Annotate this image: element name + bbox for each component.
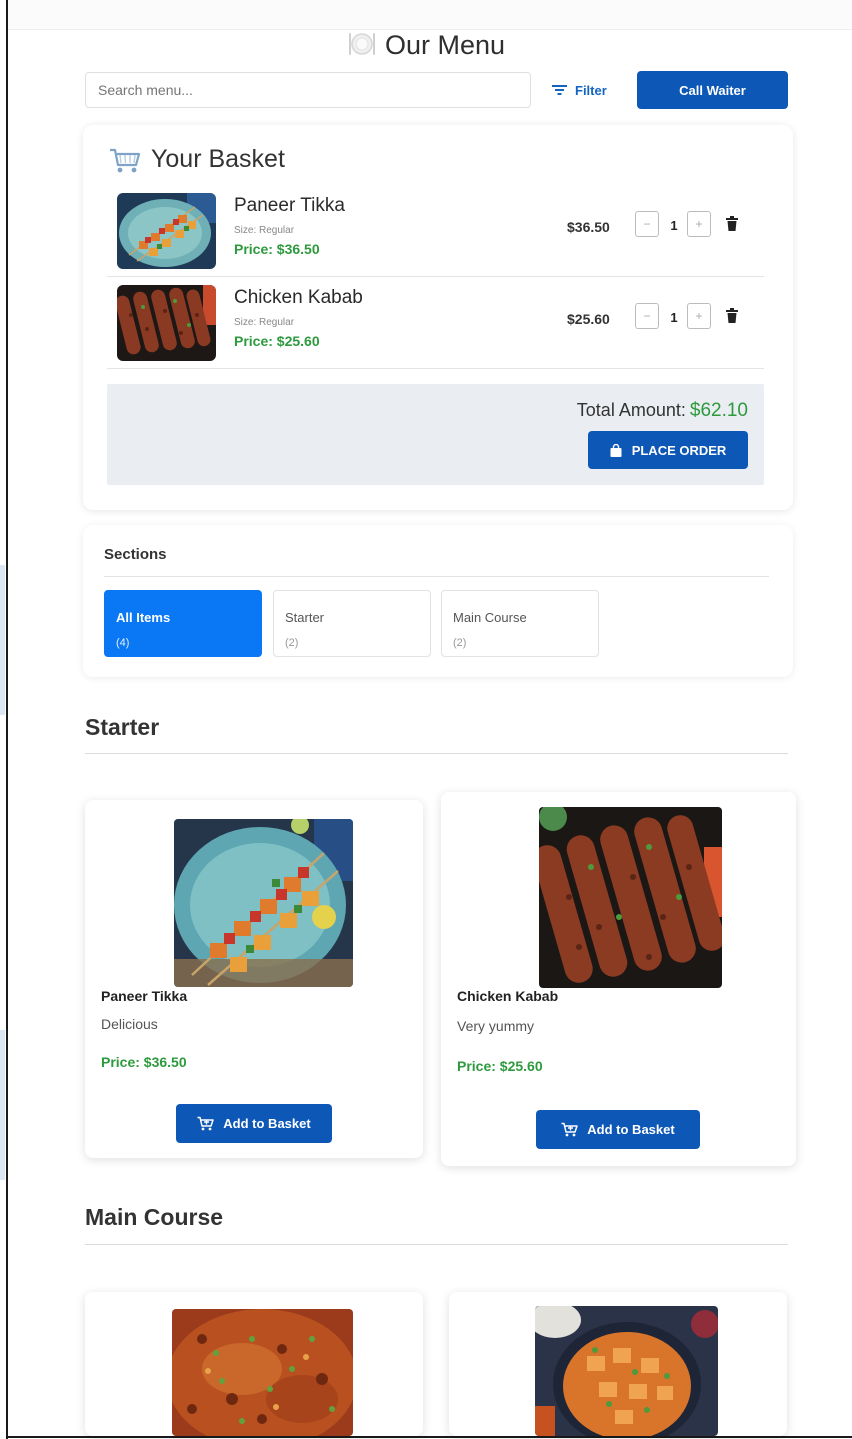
window-left-border bbox=[6, 0, 8, 1439]
increase-quantity-button[interactable]: + bbox=[687, 211, 711, 237]
tab-all-items[interactable]: All Items (4) bbox=[104, 590, 262, 657]
filter-label: Filter bbox=[575, 82, 607, 98]
shopping-cart-icon bbox=[110, 148, 141, 172]
search-input[interactable] bbox=[85, 72, 531, 108]
tab-label: Starter bbox=[285, 610, 325, 625]
delete-icon[interactable] bbox=[725, 308, 739, 324]
increase-quantity-button[interactable]: + bbox=[687, 303, 711, 329]
order-summary: Total Amount: $62.10 PLACE ORDER bbox=[107, 384, 764, 485]
menu-item-card: Chicken Kabab Very yummy Price: $25.60 A… bbox=[441, 792, 796, 1166]
section-heading-starter: Starter bbox=[85, 714, 160, 740]
paneer-curry-image bbox=[535, 1306, 718, 1436]
menu-item-price: Price: $25.60 bbox=[457, 1058, 543, 1074]
place-order-label: PLACE ORDER bbox=[631, 442, 727, 458]
menu-item-description: Delicious bbox=[101, 1016, 158, 1032]
basket-title: Your Basket bbox=[109, 145, 285, 174]
quantity-value: 1 bbox=[670, 218, 678, 233]
menu-item-card bbox=[449, 1292, 787, 1436]
shopping-bag-icon bbox=[610, 443, 622, 457]
paneer-tikka-image bbox=[174, 819, 353, 987]
basket-item-price: Price: $25.60 bbox=[234, 333, 320, 349]
basket-item-size: Size: Regular bbox=[234, 317, 295, 328]
add-to-cart-icon bbox=[561, 1122, 579, 1137]
menu-item-description: Very yummy bbox=[457, 1018, 535, 1034]
filter-button[interactable]: Filter bbox=[552, 76, 607, 104]
browser-top-bar bbox=[8, 0, 852, 30]
add-to-basket-button[interactable]: Add to Basket bbox=[536, 1110, 700, 1149]
total-value: $62.10 bbox=[689, 400, 748, 421]
divider bbox=[104, 576, 769, 577]
add-to-basket-label: Add to Basket bbox=[587, 1122, 675, 1137]
decrease-quantity-button[interactable]: − bbox=[635, 303, 659, 329]
basket-item: Paneer Tikka Size: Regular Price: $36.50… bbox=[107, 185, 764, 277]
tab-label: All Items bbox=[116, 610, 171, 625]
page-title-text: Our Menu bbox=[384, 30, 506, 60]
add-to-cart-icon bbox=[197, 1116, 215, 1131]
basket-item-line-total: $25.60 bbox=[567, 311, 610, 327]
filter-icon bbox=[552, 85, 567, 95]
menu-item-price: Price: $36.50 bbox=[101, 1054, 187, 1070]
menu-item-card bbox=[85, 1292, 423, 1436]
chicken-kabab-image bbox=[539, 807, 722, 988]
total-label: Total Amount: bbox=[576, 400, 686, 420]
delete-icon[interactable] bbox=[725, 216, 739, 232]
tab-label: Main Course bbox=[453, 610, 527, 625]
plate-cutlery-icon bbox=[347, 30, 377, 58]
place-order-button[interactable]: PLACE ORDER bbox=[588, 431, 748, 469]
tab-starter[interactable]: Starter (2) bbox=[273, 590, 431, 657]
section-divider bbox=[85, 1244, 788, 1245]
basket-item-size: Size: Regular bbox=[234, 225, 295, 236]
basket-item-name: Paneer Tikka bbox=[234, 195, 345, 216]
tab-count: (2) bbox=[453, 637, 467, 649]
section-divider bbox=[85, 753, 788, 754]
menu-item-card: Paneer Tikka Delicious Price: $36.50 Add… bbox=[85, 800, 423, 1158]
sections-title: Sections bbox=[104, 546, 167, 563]
chicken-kabab-thumbnail bbox=[117, 285, 216, 361]
basket-panel: Your Basket Paneer Tikka Size: Regular P… bbox=[83, 125, 793, 510]
basket-title-text: Your Basket bbox=[151, 145, 285, 173]
basket-item-line-total: $36.50 bbox=[567, 219, 610, 235]
total-amount: Total Amount: $62.10 bbox=[577, 400, 748, 422]
page-title: Our Menu bbox=[0, 30, 852, 61]
section-heading-main-course: Main Course bbox=[85, 1204, 224, 1230]
quantity-value: 1 bbox=[670, 310, 678, 325]
menu-item-name: Chicken Kabab bbox=[457, 988, 559, 1004]
butter-masala-curry-image bbox=[172, 1309, 353, 1436]
tab-count: (4) bbox=[116, 637, 130, 649]
basket-item: Chicken Kabab Size: Regular Price: $25.6… bbox=[107, 277, 764, 369]
add-to-basket-button[interactable]: Add to Basket bbox=[176, 1104, 332, 1143]
call-waiter-button[interactable]: Call Waiter bbox=[637, 71, 788, 109]
basket-item-name: Chicken Kabab bbox=[234, 287, 363, 308]
tab-main-course[interactable]: Main Course (2) bbox=[441, 590, 599, 657]
side-scroll-indicator bbox=[0, 1030, 5, 1180]
window-bottom-border bbox=[6, 1436, 852, 1438]
paneer-tikka-thumbnail bbox=[117, 193, 216, 269]
add-to-basket-label: Add to Basket bbox=[223, 1116, 311, 1131]
basket-item-price: Price: $36.50 bbox=[234, 241, 320, 257]
sections-panel: Sections All Items (4) Starter (2) Main … bbox=[83, 525, 793, 677]
tab-count: (2) bbox=[285, 637, 299, 649]
side-scroll-indicator bbox=[0, 565, 5, 715]
decrease-quantity-button[interactable]: − bbox=[635, 211, 659, 237]
menu-item-name: Paneer Tikka bbox=[101, 988, 188, 1004]
